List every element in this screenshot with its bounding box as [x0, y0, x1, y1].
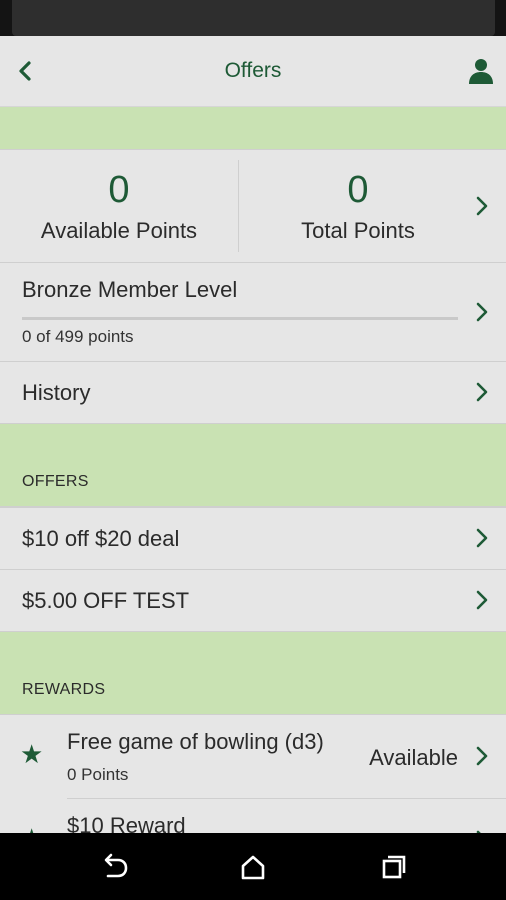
chevron-right-icon — [476, 382, 488, 402]
member-level-progress — [22, 317, 458, 320]
app-bar: Offers — [0, 36, 506, 107]
rewards-section-header: REWARDS — [0, 631, 506, 715]
recents-icon[interactable] — [378, 851, 410, 883]
home-icon[interactable] — [237, 851, 269, 883]
reward-title: Free game of bowling (d3) — [67, 729, 324, 754]
chevron-right-icon — [476, 528, 488, 548]
reward-row[interactable]: ★ Free game of bowling (d3) 0 Points Ava… — [0, 715, 506, 799]
status-bar — [0, 0, 506, 36]
total-points: 0 Total Points — [238, 160, 477, 252]
chevron-right-icon — [476, 590, 488, 610]
available-points-label: Available Points — [40, 218, 198, 243]
chevron-right-icon — [476, 196, 488, 216]
system-nav-bar — [0, 833, 506, 900]
offers-section-header: OFFERS — [0, 423, 506, 507]
chevron-left-icon[interactable] — [12, 58, 38, 84]
member-level-row[interactable]: Bronze Member Level 0 of 499 points — [0, 262, 506, 361]
top-band — [0, 107, 506, 150]
reward-title: $10 Reward — [67, 813, 186, 833]
rewards-section-label: REWARDS — [22, 681, 106, 698]
points-summary[interactable]: 0 Available Points 0 Total Points — [0, 150, 506, 262]
status-bar-notch — [12, 0, 495, 36]
history-label: History — [22, 380, 91, 405]
available-points: 0 Available Points — [0, 150, 238, 262]
page-title: Offers — [224, 59, 282, 82]
star-icon: ★ — [20, 825, 43, 833]
chevron-right-icon — [476, 746, 488, 766]
history-row[interactable]: History — [0, 361, 506, 423]
reward-status: Available — [369, 745, 458, 770]
chevron-right-icon — [476, 302, 488, 322]
offer-row[interactable]: $5.00 OFF TEST — [0, 569, 506, 631]
total-points-value: 0 — [347, 169, 369, 211]
reward-row[interactable]: ★ $10 Reward — [0, 799, 506, 833]
back-arrow-icon[interactable] — [98, 851, 130, 883]
total-points-label: Total Points — [301, 218, 415, 243]
offer-label: $10 off $20 deal — [22, 526, 180, 551]
star-icon: ★ — [20, 739, 44, 769]
available-points-value: 0 — [108, 169, 130, 211]
offer-row[interactable]: $10 off $20 deal — [0, 507, 506, 569]
app-screen: Offers 0 Available Points 0 Total Points… — [0, 36, 506, 833]
offers-section-label: OFFERS — [22, 473, 89, 490]
person-icon[interactable] — [468, 57, 494, 85]
member-level-label: Bronze Member Level — [22, 277, 238, 302]
reward-points: 0 Points — [67, 765, 129, 784]
offer-label: $5.00 OFF TEST — [22, 588, 190, 613]
member-level-progress-text: 0 of 499 points — [22, 327, 134, 346]
